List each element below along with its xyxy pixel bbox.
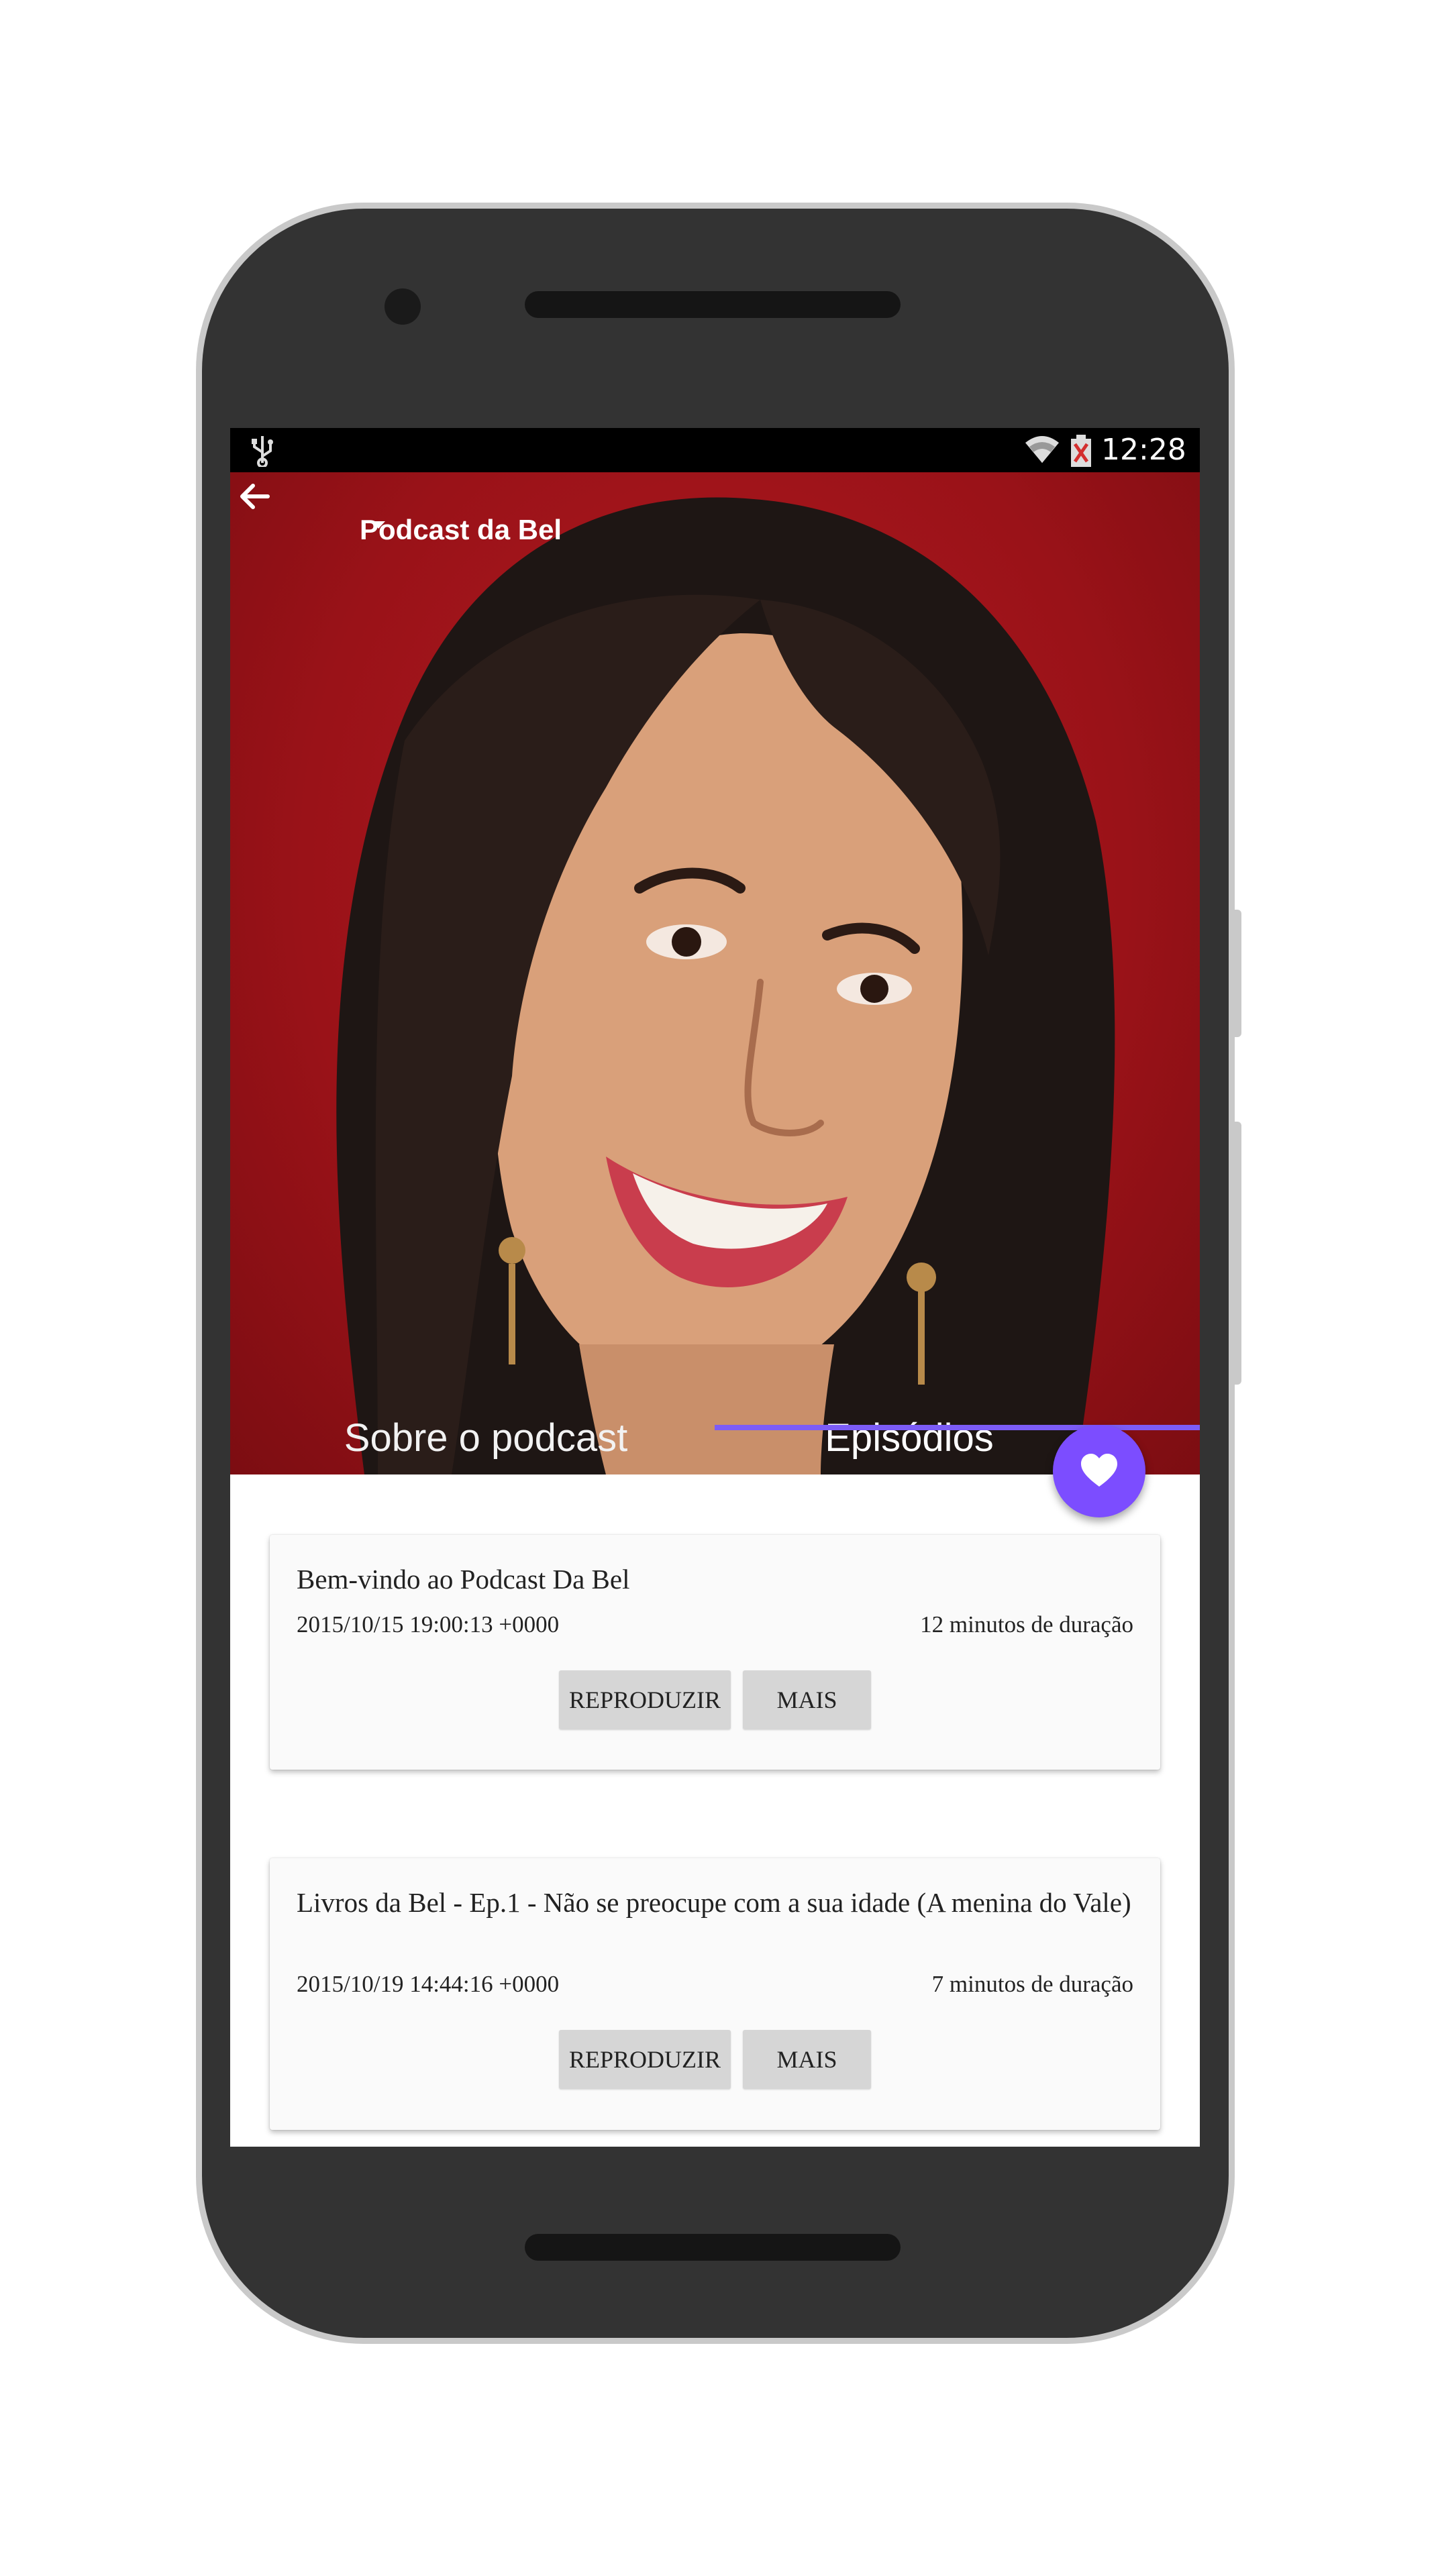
arrow-back-icon[interactable] [230, 472, 278, 521]
play-button[interactable]: REPRODUZIR [559, 2030, 731, 2089]
battery-icon [1071, 435, 1091, 467]
volume-button [1233, 910, 1241, 1037]
power-button [1233, 1122, 1241, 1385]
wifi-icon [1025, 436, 1059, 463]
bottom-speaker [525, 2234, 901, 2261]
podcast-title-dropdown[interactable]: Podcast da Bel [360, 513, 562, 547]
favorite-button[interactable] [1053, 1425, 1145, 1517]
app-screen: 12:28 Podcast da Bel Sobre o podcast Epi… [230, 428, 1200, 2147]
episode-title: Livros da Bel - Ep.1 - Não se preocupe c… [297, 1887, 1131, 1918]
caret-down-icon [372, 521, 385, 529]
front-camera [385, 288, 421, 325]
episode-card[interactable]: Bem-vindo ao Podcast Da Bel 2015/10/15 1… [270, 1535, 1160, 1770]
tab-indicator [715, 1425, 1200, 1430]
heart-icon [1081, 1454, 1117, 1487]
play-button[interactable]: REPRODUZIR [559, 1670, 731, 1729]
device-frame: 12:28 Podcast da Bel Sobre o podcast Epi… [0, 0, 1432, 2576]
more-button[interactable]: MAIS [743, 1670, 871, 1729]
episode-date: 2015/10/19 14:44:16 +0000 [297, 1971, 560, 1997]
podcast-cover-image: Podcast da Bel Sobre o podcast Episódios [230, 472, 1200, 1474]
episode-title: Bem-vindo ao Podcast Da Bel [297, 1564, 630, 1595]
usb-icon [252, 436, 273, 467]
episode-duration: 12 minutos de duração [920, 1611, 1133, 1638]
episode-card[interactable]: Livros da Bel - Ep.1 - Não se preocupe c… [270, 1858, 1160, 2130]
episode-list: Bem-vindo ao Podcast Da Bel 2015/10/15 1… [230, 1474, 1200, 2147]
tab-episodios[interactable]: Episódios [715, 1411, 1104, 1474]
tab-sobre-o-podcast[interactable]: Sobre o podcast [230, 1411, 715, 1474]
episode-duration: 7 minutos de duração [931, 1971, 1133, 1997]
top-speaker [525, 291, 901, 318]
more-button[interactable]: MAIS [743, 2030, 871, 2089]
status-time: 12:28 [1101, 433, 1186, 467]
status-bar: 12:28 [230, 428, 1200, 472]
cover-photo [336, 497, 1115, 1474]
episode-date: 2015/10/15 19:00:13 +0000 [297, 1611, 560, 1638]
